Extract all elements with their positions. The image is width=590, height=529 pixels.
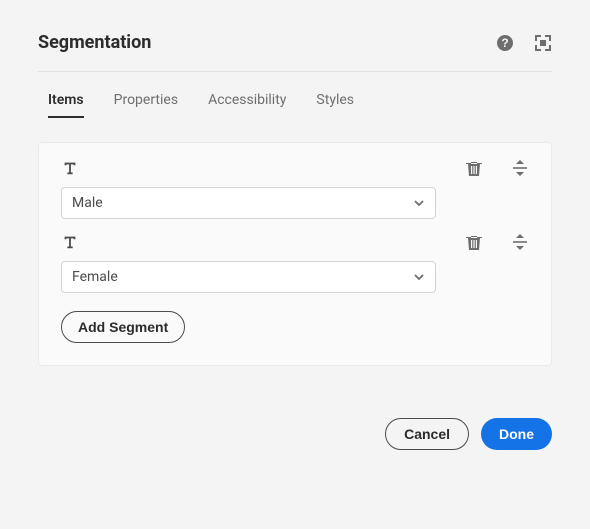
delete-icon[interactable] — [465, 233, 483, 251]
header-icons: ? — [496, 34, 552, 52]
segment-value: Female — [72, 269, 118, 285]
tab-items[interactable]: Items — [48, 92, 84, 118]
text-icon[interactable] — [61, 159, 79, 177]
delete-icon[interactable] — [465, 159, 483, 177]
done-button[interactable]: Done — [481, 418, 552, 450]
add-segment-button[interactable]: Add Segment — [61, 311, 185, 343]
reorder-icon[interactable] — [511, 233, 529, 251]
svg-text:?: ? — [501, 36, 508, 50]
chevron-down-icon — [413, 197, 425, 209]
dialog-header: Segmentation ? — [38, 32, 552, 72]
reorder-icon[interactable] — [511, 159, 529, 177]
segment-dropdown[interactable]: Female — [61, 261, 436, 293]
tab-accessibility[interactable]: Accessibility — [208, 92, 286, 118]
dialog-footer: Cancel Done — [38, 418, 552, 450]
segment-dropdown[interactable]: Male — [61, 187, 436, 219]
help-icon[interactable]: ? — [496, 34, 514, 52]
tab-styles[interactable]: Styles — [316, 92, 354, 118]
segment-item: Male — [39, 145, 551, 219]
text-icon[interactable] — [61, 233, 79, 251]
cancel-button[interactable]: Cancel — [385, 418, 469, 450]
segment-value: Male — [72, 195, 103, 211]
fullscreen-icon[interactable] — [534, 34, 552, 52]
chevron-down-icon — [413, 271, 425, 283]
tabs: Items Properties Accessibility Styles — [38, 88, 552, 124]
items-panel: Male Female — [38, 142, 552, 366]
tab-properties[interactable]: Properties — [114, 92, 178, 118]
dialog-title: Segmentation — [38, 32, 151, 53]
segment-item: Female — [39, 219, 551, 293]
